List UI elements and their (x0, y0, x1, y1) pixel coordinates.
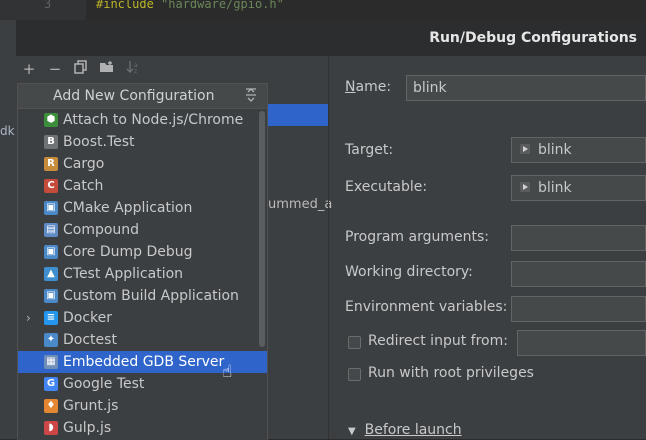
chevron-right-icon[interactable]: › (26, 307, 31, 329)
env-vars-label: Environment variables: (345, 299, 508, 315)
redirect-label: Redirect input from: (368, 333, 508, 349)
program-args-label: Program arguments: (345, 229, 489, 245)
executable-type-icon (520, 182, 530, 192)
config-type-label: Cargo (63, 156, 105, 172)
redirect-checkbox[interactable] (348, 336, 361, 349)
executable-label: Executable: (345, 179, 428, 195)
line-number: 3 (44, 0, 52, 11)
root-priv-checkbox[interactable] (348, 368, 361, 381)
config-type-label: Attach to Node.js/Chrome (63, 112, 244, 128)
custom-build-icon: ▣ (44, 289, 58, 303)
config-type-item[interactable]: ⬢ Attach to Node.js/Chrome (18, 109, 267, 131)
sort-icon[interactable]: az (124, 60, 142, 78)
panel-splitter[interactable] (328, 56, 329, 439)
config-type-label: Embedded GDB Server (63, 354, 225, 370)
nodejs-icon: ⬢ (44, 113, 58, 127)
ctest-icon: ▲ (44, 267, 58, 281)
name-value: blink (413, 80, 447, 96)
config-type-label: Catch (63, 178, 104, 194)
target-type-icon (520, 144, 530, 154)
dialog-title: Run/Debug Configurations (429, 30, 637, 46)
name-field[interactable]: blink (406, 75, 646, 101)
plus-icon[interactable]: + (20, 60, 38, 78)
copy-icon[interactable] (72, 60, 90, 78)
collapse-icon[interactable] (245, 84, 257, 108)
config-type-item[interactable]: ✦ Doctest (18, 329, 267, 351)
config-type-item[interactable]: ▣ CMake Application (18, 197, 267, 219)
name-label: Name: (345, 79, 392, 95)
code-line: #include "hardware/gpio.h" (96, 0, 284, 11)
config-type-item[interactable]: R Cargo (18, 153, 267, 175)
target-select[interactable]: blink (511, 137, 646, 163)
config-type-label: Core Dump Debug (63, 244, 193, 260)
run-debug-dialog: Run/Debug Configurations + − az ummed_a … (16, 20, 646, 440)
config-type-label: Custom Build Application (63, 288, 239, 304)
grunt-icon: ♦ (44, 399, 58, 413)
config-type-label: Google Test (63, 376, 145, 392)
embedded-gdb-icon: ▦ (44, 355, 58, 369)
config-type-label: Compound (63, 222, 140, 238)
config-type-label: CTest Application (63, 266, 184, 282)
working-dir-label: Working directory: (345, 264, 473, 280)
gulp-icon: ◗ (44, 421, 58, 435)
add-configuration-popup: Add New Configuration ⬢ Attach to Node.js… (17, 83, 268, 440)
code-keyword: #include (96, 0, 154, 11)
target-value: blink (538, 142, 572, 158)
editor-gutter: 3 (0, 0, 86, 20)
svg-text:z: z (134, 68, 137, 74)
docker-icon: ≡ (44, 311, 58, 325)
executable-value: blink (538, 180, 572, 196)
minus-icon[interactable]: − (46, 60, 64, 78)
hand-cursor-icon: ☝ (222, 362, 233, 382)
caret-down-icon: ▼ (348, 426, 356, 437)
config-type-list: ⬢ Attach to Node.js/Chrome B Boost.Test R Car… (18, 109, 267, 439)
config-type-item[interactable]: C Catch (18, 175, 267, 197)
config-type-item[interactable]: ▤ Compound (18, 219, 267, 241)
code-string: "hardware/gpio.h" (161, 0, 284, 11)
config-type-item[interactable]: ▣ Custom Build Application (18, 285, 267, 307)
config-type-item[interactable]: › ≡ Docker (18, 307, 267, 329)
folder-icon[interactable] (98, 60, 116, 78)
core-dump-icon: ▣ (44, 245, 58, 259)
popup-header: Add New Configuration (18, 84, 267, 109)
program-args-field[interactable] (511, 225, 646, 251)
target-label: Target: (345, 142, 394, 158)
cmake-icon: ▣ (44, 201, 58, 215)
config-type-item[interactable]: B Boost.Test (18, 131, 267, 153)
config-type-item[interactable]: ▣ Core Dump Debug (18, 241, 267, 263)
config-type-item[interactable]: ▲ CTest Application (18, 263, 267, 285)
before-launch-toggle[interactable]: ▼ Before launch (348, 422, 462, 438)
root-priv-label: Run with root privileges (368, 365, 534, 381)
boost-test-icon: B (44, 135, 58, 149)
executable-select[interactable]: blink (511, 175, 646, 201)
config-type-label: Grunt.js (63, 398, 119, 414)
config-type-label: Boost.Test (63, 134, 135, 150)
tree-selected-row[interactable] (264, 104, 328, 126)
config-type-label: CMake Application (63, 200, 193, 216)
working-dir-field[interactable] (511, 261, 646, 287)
config-type-item[interactable]: ♦ Grunt.js (18, 395, 267, 417)
cargo-icon: R (44, 157, 58, 171)
popup-scrollbar[interactable] (259, 111, 265, 347)
tree-partial-text: ummed_a (268, 197, 333, 212)
env-vars-field[interactable] (511, 296, 646, 322)
config-type-item[interactable]: ◗ Gulp.js (18, 417, 267, 439)
config-type-label: Doctest (63, 332, 117, 348)
config-toolbar: + − az (16, 58, 328, 82)
compound-icon: ▤ (44, 223, 58, 237)
before-launch-label: Before launch (364, 422, 462, 438)
redirect-field[interactable] (517, 330, 646, 356)
dialog-titlebar: Run/Debug Configurations (16, 20, 646, 56)
tool-window-strip: dk (0, 20, 16, 439)
config-type-label: Docker (63, 310, 113, 326)
config-type-label: Gulp.js (63, 420, 112, 436)
doctest-icon: ✦ (44, 333, 58, 347)
catch-icon: C (44, 179, 58, 193)
popup-title: Add New Configuration (53, 88, 215, 104)
strip-label: dk (0, 124, 15, 138)
google-test-icon: G (44, 377, 58, 391)
